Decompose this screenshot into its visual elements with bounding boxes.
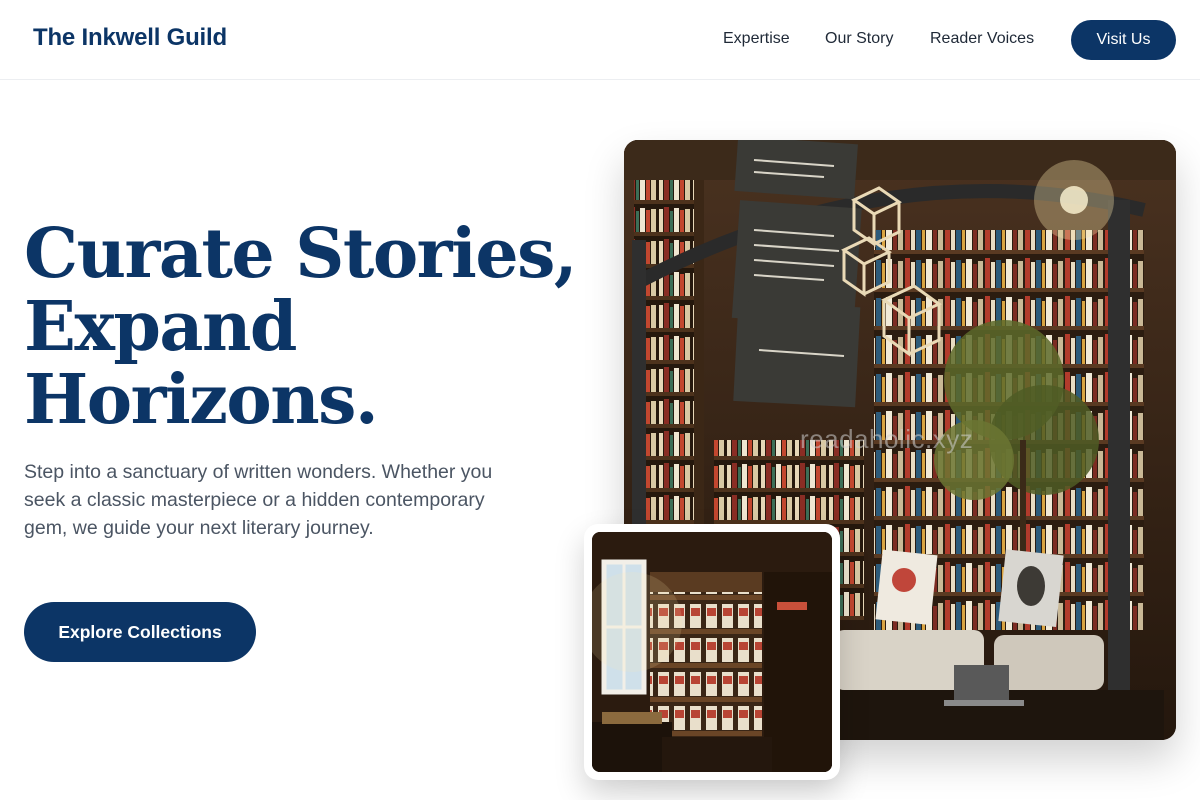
bookshelf-illustration bbox=[592, 532, 832, 772]
nav-link-our-story[interactable]: Our Story bbox=[825, 30, 893, 48]
bookshelf-inset-image bbox=[592, 532, 832, 772]
bookshelf-inset-photo bbox=[584, 524, 840, 780]
explore-collections-button[interactable]: Explore Collections bbox=[24, 602, 256, 662]
headline-line-1: Curate Stories, bbox=[24, 214, 578, 294]
site-header: The Inkwell Guild Expertise Our Story Re… bbox=[0, 0, 1200, 80]
photo-watermark: readaholic.xyz bbox=[800, 424, 974, 454]
hero-description: Step into a sanctuary of written wonders… bbox=[24, 461, 493, 539]
headline-line-2: Expand bbox=[24, 287, 297, 367]
hero-headline: Curate Stories, Expand Horizons. bbox=[24, 218, 584, 437]
headline-line-3: Horizons. bbox=[24, 360, 379, 440]
nav-link-reader-voices[interactable]: Reader Voices bbox=[930, 30, 1034, 48]
brand-logo[interactable]: The Inkwell Guild bbox=[33, 24, 227, 52]
nav-link-expertise[interactable]: Expertise bbox=[723, 30, 790, 48]
visit-us-button[interactable]: Visit Us bbox=[1071, 20, 1176, 60]
